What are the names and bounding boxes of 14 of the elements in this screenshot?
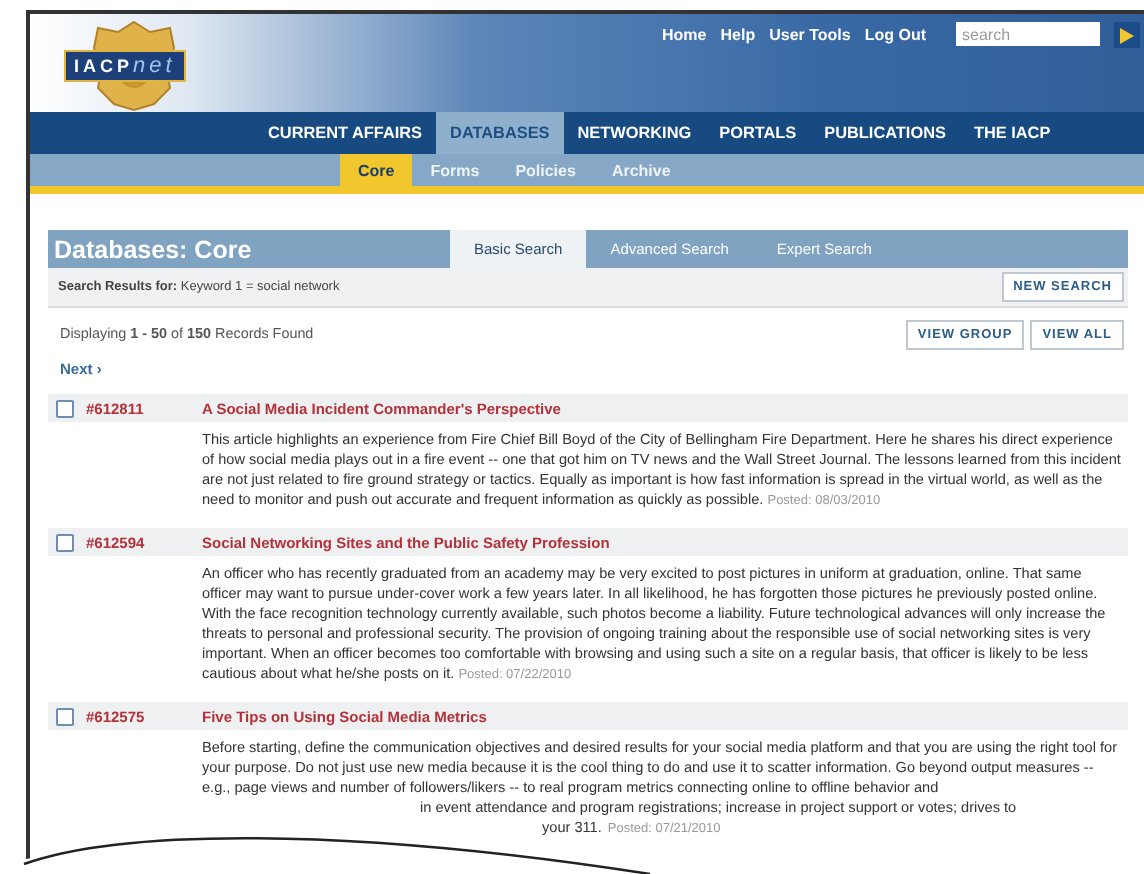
logo: IACP net (64, 50, 186, 82)
nav-tab[interactable]: PORTALS (705, 112, 811, 154)
nav-tab[interactable]: PUBLICATIONS (810, 112, 960, 154)
subnav-tab[interactable]: Core (340, 154, 413, 186)
search-field[interactable]: search (956, 22, 1100, 46)
nav-tab[interactable]: DATABASES (436, 112, 564, 154)
top-link[interactable]: Log Out (864, 26, 926, 44)
nav-tab[interactable]: NETWORKING (563, 112, 706, 154)
top-link[interactable]: User Tools (769, 26, 851, 44)
top-link[interactable]: Home (662, 26, 707, 44)
nav-tab[interactable]: THE IACP (959, 112, 1065, 154)
top-link[interactable]: Help (720, 26, 756, 44)
nav-tab[interactable]: CURRENT AFFAIRS (254, 112, 437, 154)
panel-title: Databases: Core (52, 235, 254, 263)
